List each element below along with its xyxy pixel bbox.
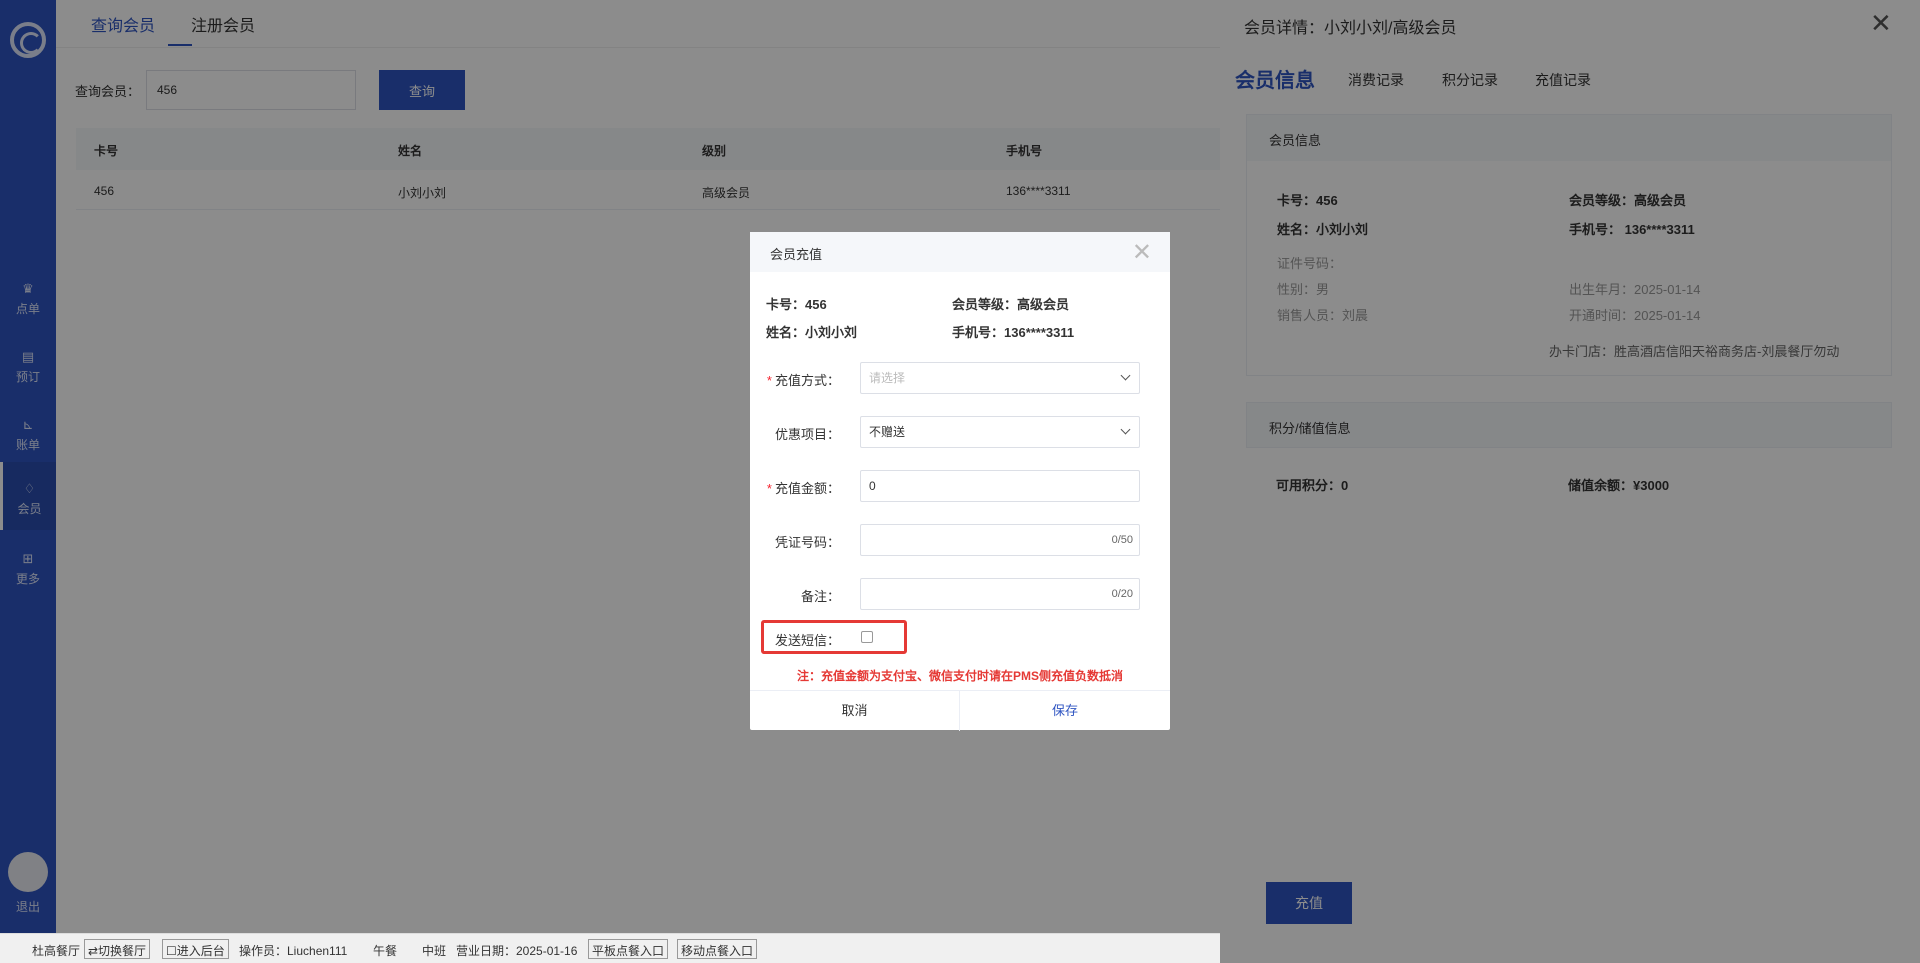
remark-label: 备注： (800, 589, 840, 604)
modal-member-name: 姓名：小刘小刘 (766, 325, 858, 340)
voucher-label: 凭证号码： (774, 535, 840, 550)
promo-select[interactable]: 不赠送 (860, 416, 1140, 448)
drawer-overlay (1220, 0, 1920, 963)
enter-backend-button[interactable]: ☐进入后台 (162, 939, 229, 959)
modal-footer: 取消 保存 (750, 690, 1170, 731)
status-bar: 杜高餐厅 ⇄切换餐厅 ☐进入后台 操作员：Liuchen111 午餐 中班 营业… (0, 933, 1220, 963)
recharge-modal: 会员充值 ✕ 卡号：456 会员等级：高级会员 姓名：小刘小刘 手机号：136*… (750, 232, 1170, 731)
cancel-button[interactable]: 取消 (750, 691, 960, 731)
chevron-down-icon (1120, 370, 1131, 381)
modal-card-no: 卡号：456 (766, 297, 827, 312)
modal-member-level: 会员等级：高级会员 (952, 297, 1070, 312)
chevron-down-icon (1120, 424, 1131, 435)
sms-checkbox[interactable] (861, 631, 873, 643)
recharge-method-label: * 充值方式： (766, 373, 840, 388)
amount-label: * 充值金额： (766, 481, 840, 496)
mobile-order-button[interactable]: 移动点餐入口 (677, 939, 758, 959)
char-counter: 0/20 (1111, 588, 1133, 600)
modal-title: 会员充值 (770, 247, 823, 262)
promo-label: 优惠项目： (774, 427, 840, 442)
recharge-note: 注：充值金额为支付宝、微信支付时请在PMS侧充值负数抵消 (797, 669, 1124, 683)
remark-input[interactable]: 0/20 (860, 578, 1140, 610)
close-icon[interactable]: ✕ (1132, 238, 1152, 267)
char-counter: 0/50 (1111, 534, 1133, 546)
modal-member-phone: 手机号：136****3311 (952, 325, 1075, 340)
amount-input[interactable] (860, 470, 1140, 502)
sms-label: 发送短信： (774, 633, 840, 648)
save-button[interactable]: 保存 (960, 691, 1170, 731)
voucher-input[interactable]: 0/50 (860, 524, 1140, 556)
restaurant-name: 杜高餐厅 (32, 944, 81, 958)
modal-header: 会员充值 ✕ (750, 232, 1170, 272)
recharge-method-select[interactable]: 请选择 (860, 362, 1140, 394)
operator-text: 操作员：Liuchen111 (239, 944, 348, 958)
tablet-order-button[interactable]: 平板点餐入口 (588, 939, 669, 959)
business-date: 营业日期：2025-01-16 (456, 944, 578, 958)
shift-text: 中班 (422, 944, 447, 958)
meal-text: 午餐 (373, 944, 398, 958)
switch-restaurant-button[interactable]: ⇄切换餐厅 (84, 939, 151, 959)
